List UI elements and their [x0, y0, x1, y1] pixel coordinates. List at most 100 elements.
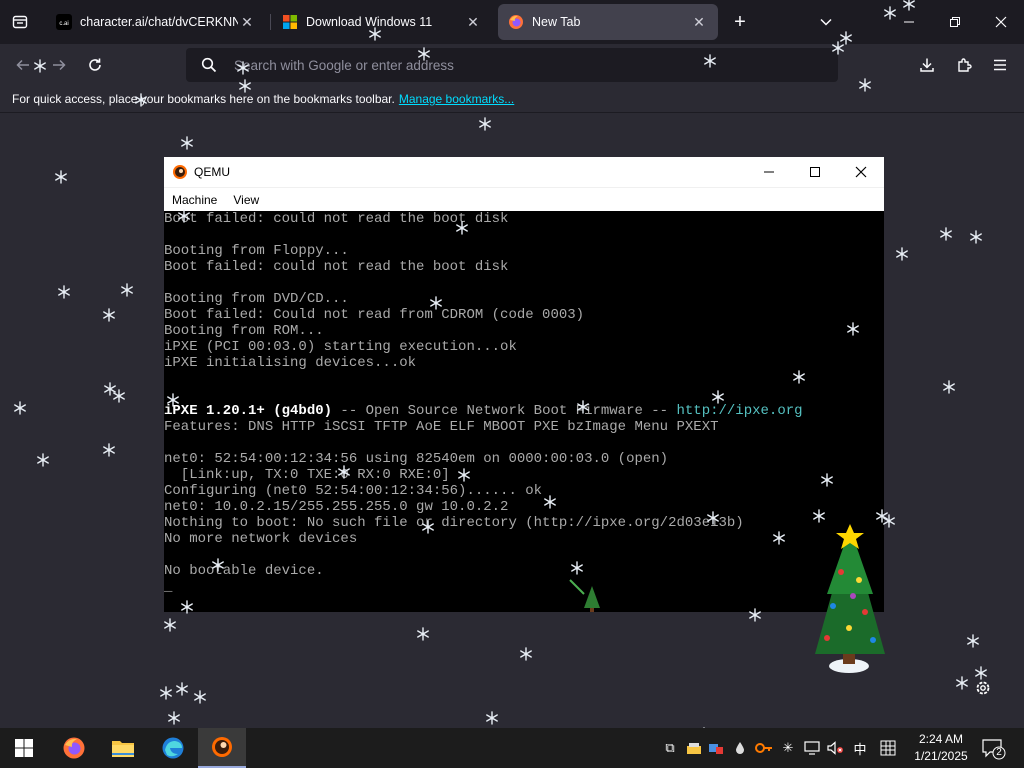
puzzle-icon	[958, 58, 972, 72]
navigation-toolbar	[0, 44, 1024, 86]
console-line: Booting from ROM...	[164, 323, 324, 339]
taskbar-edge[interactable]	[149, 728, 197, 768]
start-button[interactable]	[0, 728, 48, 768]
cursor-tree-icon	[569, 579, 600, 612]
close-tab-icon[interactable]: ✕	[238, 13, 256, 31]
tab-character-ai[interactable]: c.ai character.ai/chat/dvCERKNNTa ✕	[46, 4, 266, 40]
drop-tray-icon[interactable]	[730, 738, 750, 758]
arrow-left-icon	[16, 59, 29, 71]
tab-strip: c.ai character.ai/chat/dvCERKNNTa ✕ Down…	[0, 0, 1024, 44]
taskbar-qemu[interactable]	[198, 728, 246, 768]
console-line: [Link:up, TX:0 TXE:0 RX:0 RXE:0]	[164, 467, 450, 483]
clock-date: 1/21/2025	[914, 749, 968, 763]
tab-new-tab[interactable]: New Tab ✕	[498, 4, 718, 40]
hamburger-menu-icon	[994, 59, 1006, 71]
tab-download-windows[interactable]: Download Windows 11 ✕	[272, 4, 492, 40]
restore-icon	[950, 17, 960, 27]
console-line: Boot failed: could not read the boot dis…	[164, 211, 509, 227]
extensions-button[interactable]	[951, 52, 977, 78]
tab-title: character.ai/chat/dvCERKNNTa	[80, 15, 238, 29]
ipxe-version: iPXE 1.20.1+ (g4bd0)	[164, 403, 333, 419]
gear-icon[interactable]	[974, 679, 992, 697]
address-bar[interactable]	[186, 48, 838, 82]
console-line: net0: 10.0.2.15/255.255.255.0 gw 10.0.2.…	[164, 499, 509, 515]
app-menu-button[interactable]	[987, 52, 1013, 78]
arrow-right-icon	[53, 59, 66, 71]
qemu-icon	[212, 737, 232, 757]
console-line: Booting from Floppy...	[164, 243, 349, 259]
menu-view[interactable]: View	[225, 193, 267, 207]
storage-tray-icon[interactable]	[684, 738, 704, 758]
ime-indicator[interactable]: 中	[850, 738, 870, 758]
console-line: No bootable device.	[164, 563, 324, 579]
bookmarks-hint: For quick access, place your bookmarks h…	[12, 92, 395, 106]
manage-bookmarks-link[interactable]: Manage bookmarks...	[399, 92, 514, 106]
console-line: Nothing to boot: No such file or directo…	[164, 515, 744, 531]
close-tab-icon[interactable]: ✕	[690, 13, 708, 31]
taskbar-file-explorer[interactable]	[99, 728, 147, 768]
bookmarks-toolbar: For quick access, place your bookmarks h…	[0, 86, 1024, 112]
console-line: Features: DNS HTTP iSCSI TFTP AoE ELF MB…	[164, 419, 719, 435]
tab-title: New Tab	[532, 15, 581, 29]
task-view-icon[interactable]: ⧉	[660, 738, 680, 758]
brightness-tray-icon[interactable]: ✳	[778, 738, 798, 758]
minimize-button[interactable]	[886, 0, 932, 44]
qemu-titlebar[interactable]: QEMU	[164, 157, 884, 187]
qemu-title: QEMU	[194, 165, 230, 179]
devices-tray-icon[interactable]	[706, 738, 726, 758]
close-tab-icon[interactable]: ✕	[464, 13, 482, 31]
qemu-close-button[interactable]	[838, 157, 884, 187]
console-line: iPXE initialising devices...ok	[164, 355, 417, 371]
qemu-window: QEMU Machine View Boot failed: could not…	[164, 157, 884, 612]
minimize-icon	[764, 171, 774, 173]
input-method-icon[interactable]	[878, 738, 898, 758]
taskbar: ⧉ ✳ 中 2:24 AM 1/21/2025 2	[0, 728, 1024, 768]
svg-text:c.ai: c.ai	[59, 21, 68, 27]
maximize-icon	[810, 167, 820, 177]
forward-button[interactable]	[46, 52, 72, 78]
qemu-menubar: Machine View	[164, 187, 884, 212]
chevron-down-icon	[820, 18, 832, 26]
reload-button[interactable]	[82, 52, 108, 78]
tab-separator	[270, 14, 271, 30]
list-all-tabs-button[interactable]	[814, 10, 838, 34]
close-icon	[855, 166, 867, 178]
volume-muted-icon[interactable]	[826, 738, 846, 758]
back-button[interactable]	[10, 52, 36, 78]
firefox-icon	[508, 14, 524, 30]
taskbar-firefox[interactable]	[50, 728, 98, 768]
clock-time: 2:24 AM	[918, 732, 964, 746]
system-clock[interactable]: 2:24 AM 1/21/2025	[906, 731, 976, 765]
notification-count: 2	[996, 747, 1002, 758]
url-input[interactable]	[232, 56, 796, 74]
firefox-icon	[63, 737, 85, 759]
new-tab-button[interactable]: +	[728, 10, 752, 34]
console-line: No more network devices	[164, 531, 358, 547]
console-line: Boot failed: Could not read from CDROM (…	[164, 307, 585, 323]
qemu-maximize-button[interactable]	[792, 157, 838, 187]
firefox-view-button[interactable]	[8, 10, 32, 34]
restore-button[interactable]	[932, 0, 978, 44]
notification-center-button[interactable]: 2	[982, 738, 1006, 760]
network-tray-icon[interactable]	[802, 738, 822, 758]
downloads-button[interactable]	[914, 52, 940, 78]
key-tray-icon[interactable]	[754, 738, 774, 758]
windows-icon	[282, 14, 298, 30]
close-window-button[interactable]	[978, 0, 1024, 44]
console-line: net0: 52:54:00:12:34:56 using 82540em on…	[164, 451, 669, 467]
qemu-console[interactable]: Boot failed: could not read the boot dis…	[164, 211, 884, 612]
character-ai-icon: c.ai	[56, 14, 72, 30]
close-icon	[995, 16, 1007, 28]
christmas-tree-icon	[815, 524, 885, 673]
plus-icon: +	[734, 10, 746, 33]
console-line: _	[164, 579, 173, 595]
menu-machine[interactable]: Machine	[164, 193, 225, 207]
console-line: Booting from DVD/CD...	[164, 291, 349, 307]
qemu-minimize-button[interactable]	[746, 157, 792, 187]
qemu-icon	[173, 165, 187, 179]
search-icon	[200, 56, 218, 74]
